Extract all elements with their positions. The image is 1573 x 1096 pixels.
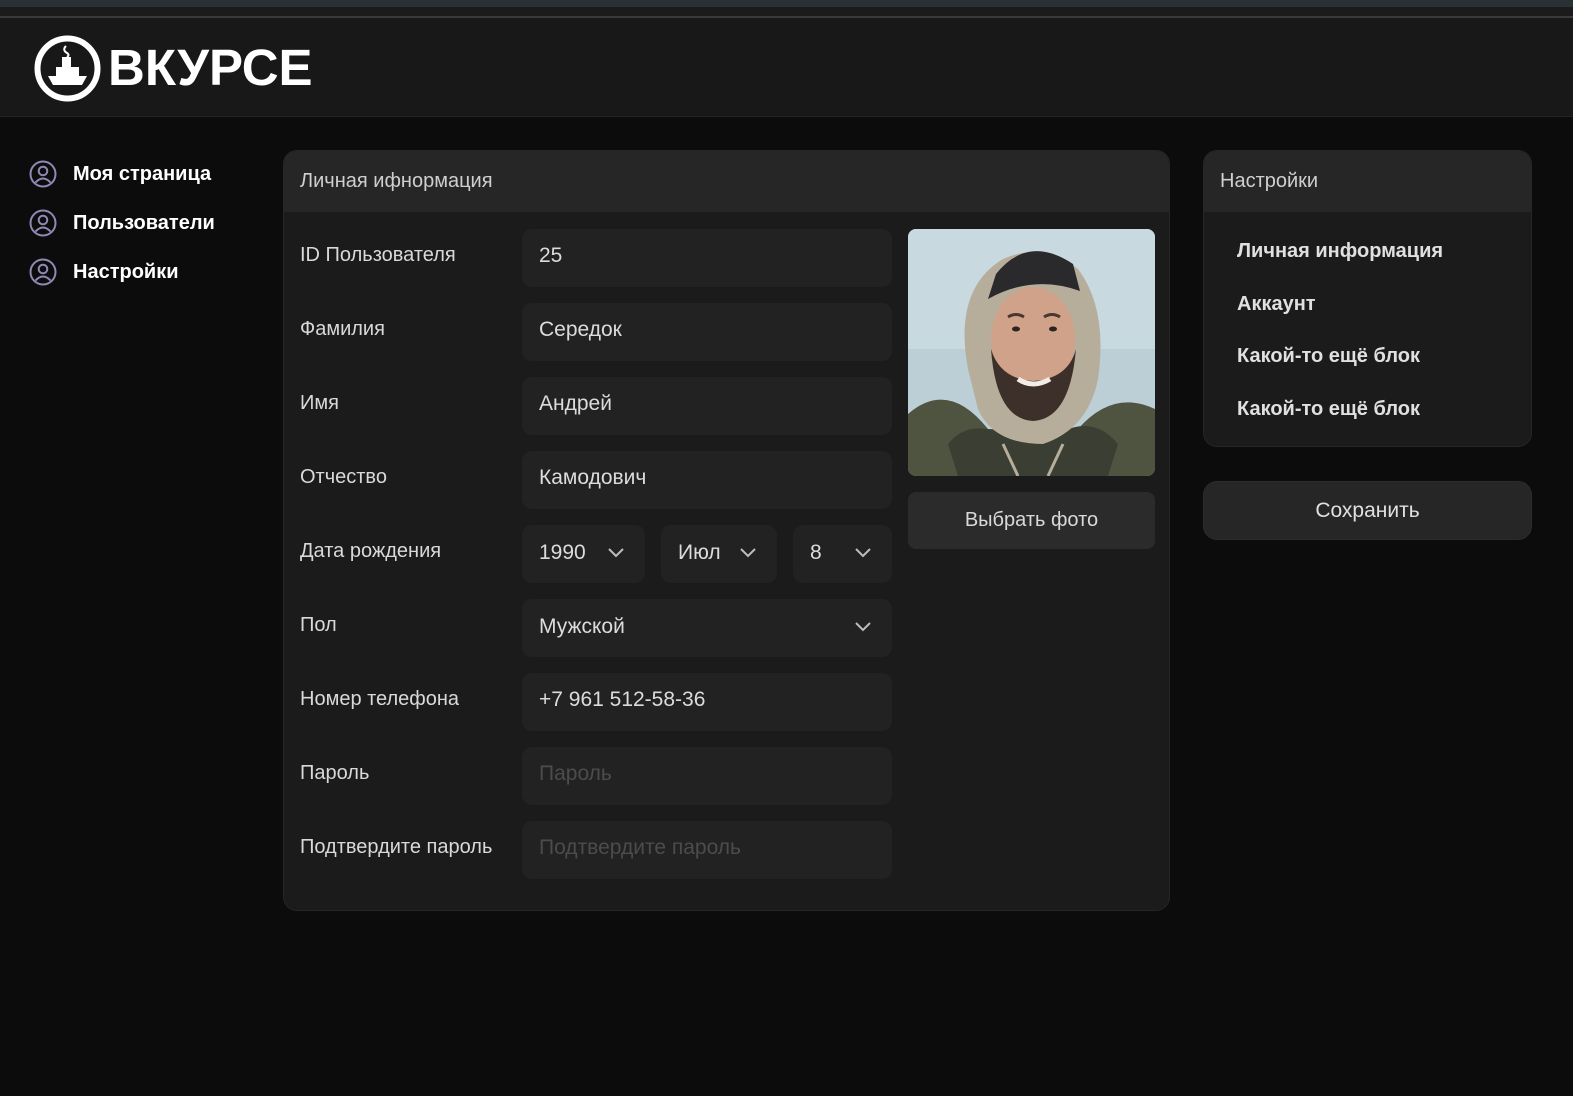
field-label: ID Пользователя [300, 244, 456, 266]
field-label: Имя [300, 392, 339, 414]
nav-item-users[interactable]: Пользователи [28, 205, 258, 241]
field-label: Пол [300, 614, 337, 636]
birth-day-select[interactable]: 8 [793, 525, 892, 583]
field-label: Дата рождения [300, 540, 442, 562]
form-row-first-name: Имя Андрей [300, 377, 892, 435]
sidebar-nav: Моя страница Пользователи Настройки [28, 156, 258, 303]
birth-year-select[interactable]: 1990 [522, 525, 645, 583]
field-label: Номер телефона [300, 688, 460, 710]
settings-card: Настройки Личная информация Аккаунт Како… [1203, 150, 1532, 447]
user-circle-icon [29, 258, 57, 286]
app-header: ВКУРСЕ [0, 18, 1573, 117]
user-id-field[interactable]: 25 [522, 229, 892, 287]
form-row-patronymic: Отчество Камодович [300, 451, 892, 509]
ship-icon[interactable] [34, 35, 101, 102]
patronymic-input[interactable]: Камодович [522, 451, 892, 509]
form-row-phone: Номер телефона +7 961 512-58-36 [300, 673, 892, 731]
settings-item-personal-info[interactable]: Личная информация [1237, 240, 1443, 263]
nav-item-label: Моя страница [73, 162, 212, 185]
settings-item-account[interactable]: Аккаунт [1237, 293, 1316, 316]
user-circle-icon [29, 160, 57, 188]
phone-input[interactable]: +7 961 512-58-36 [522, 673, 892, 731]
form-row-last-name: Фамилия Середок [300, 303, 892, 361]
nav-item-label: Настройки [73, 260, 179, 283]
save-button[interactable]: Сохранить [1203, 481, 1532, 540]
nav-item-label: Пользователи [73, 211, 215, 234]
settings-item-other-block[interactable]: Какой-то ещё блок [1237, 398, 1420, 421]
password-confirm-input[interactable]: Подтвердите пароль [522, 821, 892, 879]
password-input[interactable]: Пароль [522, 747, 892, 805]
first-name-input[interactable]: Андрей [522, 377, 892, 435]
chevron-down-icon [855, 548, 871, 558]
personal-info-card: Личная ифнормация ID Пользователя 25 Фам… [283, 150, 1170, 911]
settings-item-other-block[interactable]: Какой-то ещё блок [1237, 345, 1420, 368]
select-value: 8 [810, 541, 822, 564]
profile-photo [908, 229, 1155, 476]
card-title: Личная ифнормация [284, 151, 1169, 212]
last-name-input[interactable]: Середок [522, 303, 892, 361]
gender-select[interactable]: Мужской [522, 599, 892, 657]
choose-photo-button[interactable]: Выбрать фото [908, 492, 1155, 549]
chevron-down-icon [608, 548, 624, 558]
nav-item-my-page[interactable]: Моя страница [28, 156, 258, 192]
form-row-birth-date: Дата рождения 1990 Июл 8 [300, 525, 892, 583]
chevron-down-icon [740, 548, 756, 558]
field-label: Пароль [300, 762, 370, 784]
card-title: Настройки [1204, 151, 1531, 212]
birth-month-select[interactable]: Июл [661, 525, 777, 583]
select-value: 1990 [539, 541, 586, 564]
form-row-id: ID Пользователя 25 [300, 229, 892, 287]
select-value: Июл [678, 541, 721, 564]
user-circle-icon [29, 209, 57, 237]
select-value: Мужской [539, 615, 625, 638]
chevron-down-icon [855, 622, 871, 632]
form-row-password: Пароль Пароль [300, 747, 892, 805]
form-row-gender: Пол Мужской [300, 599, 892, 657]
nav-item-settings[interactable]: Настройки [28, 254, 258, 290]
field-label: Фамилия [300, 318, 385, 340]
form-row-password-confirm: Подтвердите пароль Подтвердите пароль [300, 821, 892, 879]
window-top-strip [0, 0, 1573, 18]
brand-name[interactable]: ВКУРСЕ [108, 38, 313, 98]
field-label: Отчество [300, 466, 387, 488]
field-label: Подтвердите пароль [300, 836, 493, 858]
